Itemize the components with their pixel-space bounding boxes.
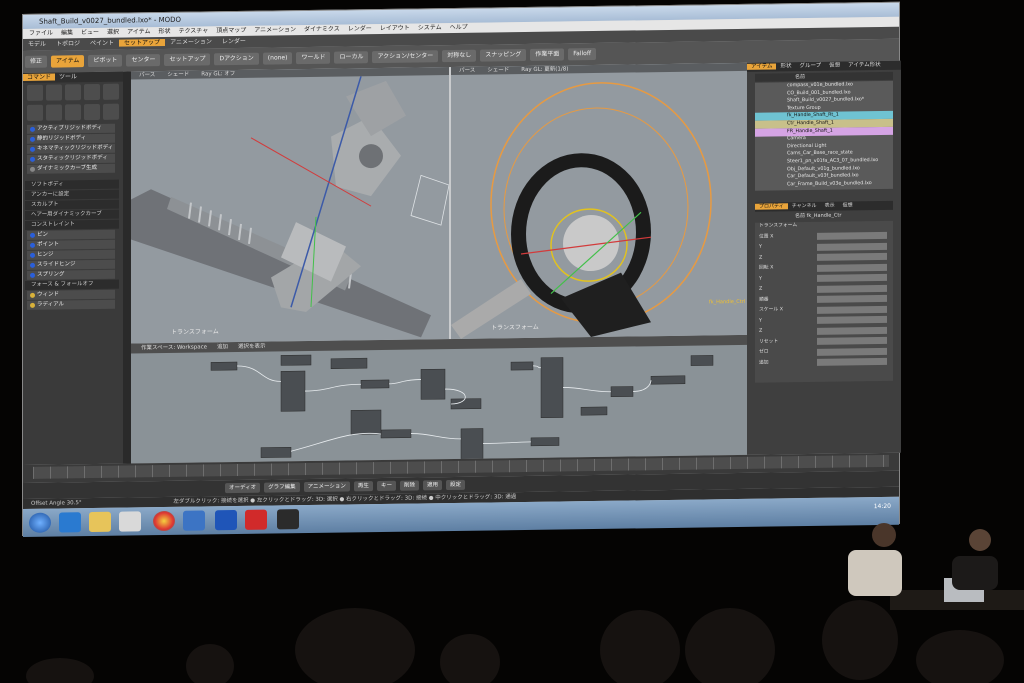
audience-silhouettes <box>26 523 1004 683</box>
